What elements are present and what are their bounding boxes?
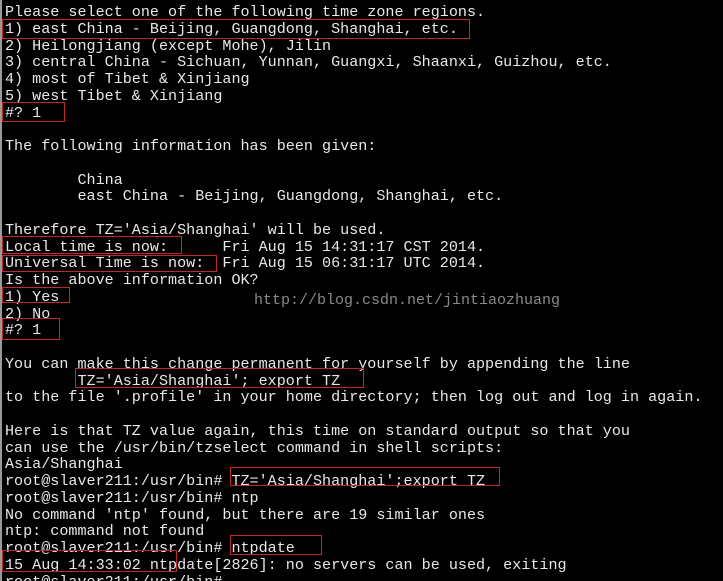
highlight-box-tz-command [230, 467, 500, 486]
terminal-line: Asia/Shanghai [5, 455, 123, 474]
terminal-line: The following information has been given… [5, 137, 377, 155]
terminal-line: 3) central China - Sichuan, Yunnan, Guan… [5, 53, 612, 72]
highlight-box-timestamp [2, 550, 177, 572]
highlight-box-choice-1 [2, 102, 65, 122]
terminal-line: can use the /usr/bin/tzselect command in… [5, 438, 504, 457]
terminal-line: root@slaver211:/usr/bin# [5, 573, 222, 581]
highlight-box-universal-time [2, 255, 217, 272]
highlight-box-choice-1b [2, 318, 60, 340]
terminal-window[interactable]: Please select one of the following time … [0, 0, 723, 581]
terminal-line: 4) most of Tibet & Xinjiang [5, 70, 250, 88]
terminal-line: to the file '.profile' in your home dire… [5, 388, 703, 407]
highlight-box-yes [2, 287, 70, 303]
terminal-line: No command 'ntp' found, but there are 19… [5, 505, 486, 524]
terminal-line: root@slaver211:/usr/bin# ntp [5, 488, 259, 507]
terminal-line: east China - Beijing, Guangdong, Shangha… [5, 187, 504, 206]
terminal-line: ntp: command not found [5, 522, 205, 541]
terminal-line: Here is that TZ value again, this time o… [5, 421, 630, 440]
highlight-box-east-china [2, 19, 470, 39]
highlight-box-tz-export [75, 368, 364, 388]
terminal-line: China [5, 170, 123, 189]
terminal-line: 2) Heilongjiang (except Mohe), Jilin [5, 36, 332, 55]
highlight-box-ntpdate [230, 535, 322, 555]
highlight-box-local-time [2, 236, 182, 254]
watermark: http://blog.csdn.net/jintiaozhuang [254, 292, 561, 309]
